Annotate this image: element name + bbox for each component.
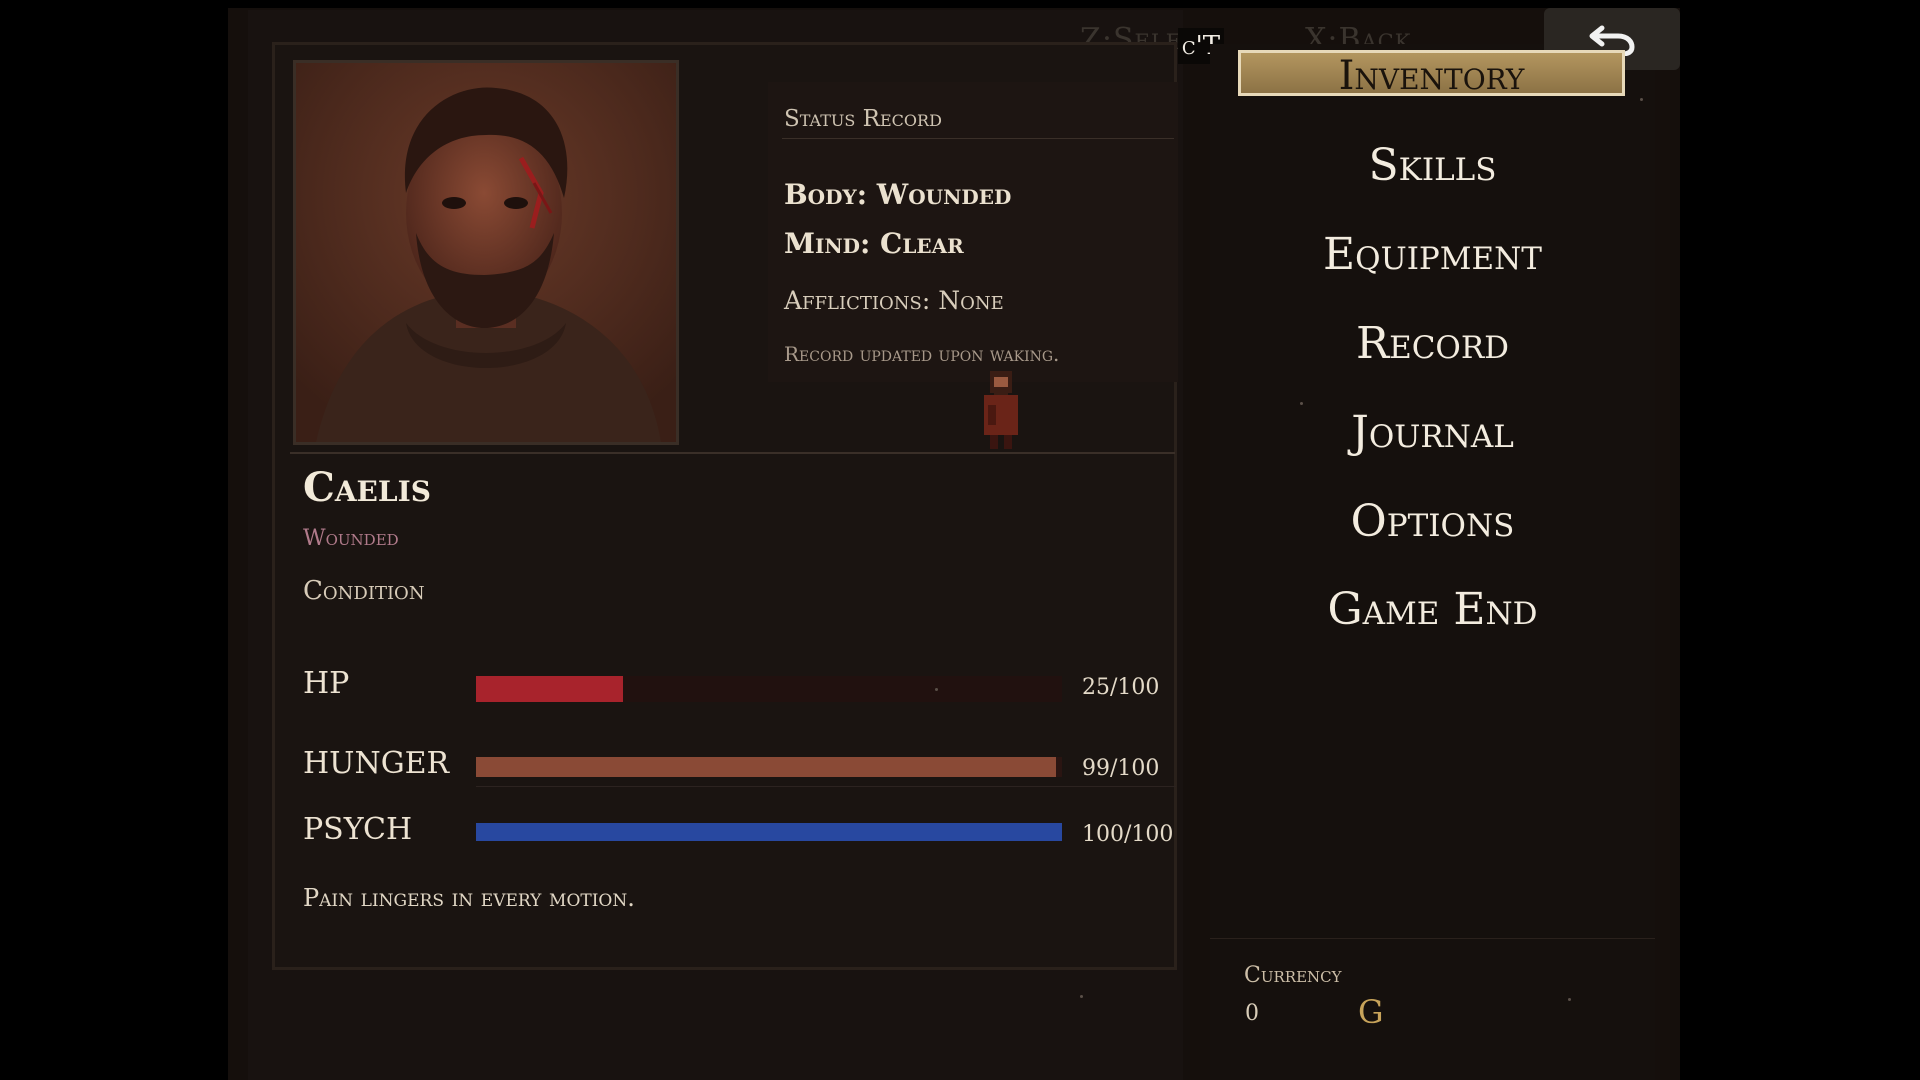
menu-item-game-end[interactable]: Game End [1210,584,1655,635]
hp-value: 25/100 [1082,675,1160,700]
menu-item-options[interactable]: Options [1210,496,1655,547]
hp-label: HP [303,666,350,701]
menu-item-inventory[interactable]: Inventory [1238,50,1625,99]
character-sprite [976,365,1026,453]
background-speck [1640,98,1643,101]
character-name: Caelis [303,464,431,511]
currency-divider [1210,938,1655,939]
psych-bar-fill [476,823,1062,841]
menu-item-skills[interactable]: Skills [1210,140,1655,191]
hunger-bar-fill [476,757,1057,777]
hunger-bar [476,757,1062,777]
record-updated-note: Record updated upon waking. [784,342,1060,366]
hunger-label: HUNGER [303,746,450,781]
section-divider [290,452,1175,454]
menu-item-record[interactable]: Record [1210,318,1655,369]
body-status: Body: Wounded [784,178,1012,211]
background-speck [1080,995,1083,998]
status-record-panel: Status Record Body: Wounded Mind: Clear … [768,82,1178,382]
menu-item-equipment[interactable]: Equipment [1210,229,1655,280]
afflictions-status: Afflictions: None [784,286,1004,315]
menu-item-journal[interactable]: Journal [1210,407,1655,458]
background-speck [935,688,938,691]
currency-label: Currency [1244,963,1342,988]
character-state: Wounded [303,526,399,551]
condition-label: Condition [303,576,425,606]
status-record-title: Status Record [784,106,942,132]
hp-bar [476,676,1062,702]
menu-panel [1210,44,1655,1080]
currency-unit: G [1358,993,1384,1031]
psych-bar [476,823,1062,841]
background-speck [1300,402,1303,405]
background-speck [1568,998,1571,1001]
psych-label: PSYCH [303,812,413,847]
stat-separator [476,786,1176,787]
hp-bar-fill [476,676,623,702]
hunger-value: 99/100 [1082,756,1160,781]
status-record-divider [782,138,1174,139]
psych-value: 100/100 [1082,822,1174,847]
character-portrait [293,60,679,445]
currency-amount: 0 [1245,1001,1259,1026]
flavor-text: Pain lingers in every motion. [303,884,635,912]
mind-status: Mind: Clear [784,227,964,260]
